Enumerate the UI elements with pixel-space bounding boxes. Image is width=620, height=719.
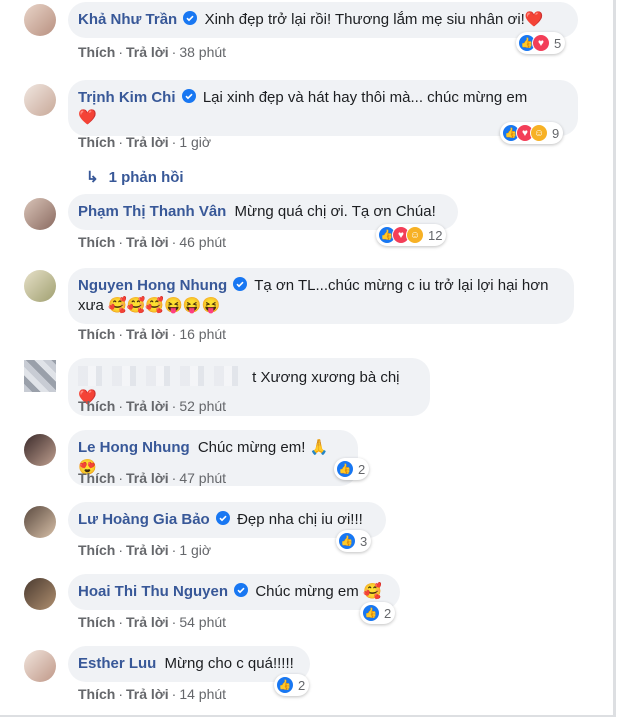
comment-time[interactable]: 16 phút [179, 326, 226, 342]
like-link[interactable]: Thích [78, 234, 115, 250]
reply-link[interactable]: Trả lời [126, 614, 169, 630]
like-link[interactable]: Thích [78, 44, 115, 60]
comment-time[interactable]: 38 phút [179, 44, 226, 60]
comment-emoji: 🥰🥰🥰😝😝😝 [108, 297, 221, 314]
like-link[interactable]: Thích [78, 614, 115, 630]
verified-badge-icon [183, 11, 198, 25]
avatar[interactable] [24, 434, 56, 466]
comment-actions: Thích · Trả lời · 14 phút [78, 686, 227, 702]
commenter-name[interactable]: Nguyen Hong Nhung [78, 277, 227, 294]
comment-actions: Thích · Trả lời · 1 giờ [78, 542, 212, 558]
comment-text: t Xương xương bà chị [252, 369, 400, 386]
reply-link[interactable]: Trả lời [126, 44, 169, 60]
reaction-summary[interactable]: 👍 2 [274, 674, 310, 696]
comment-actions: Thích · Trả lời · 47 phút [78, 470, 227, 486]
reply-link[interactable]: Trả lời [126, 134, 169, 150]
reaction-count: 9 [552, 125, 560, 141]
comment-actions: Thích · Trả lời · 16 phút [78, 326, 227, 342]
reply-link[interactable]: Trả lời [126, 470, 169, 486]
commenter-name[interactable]: Khả Như Trần [78, 11, 177, 28]
comment-time[interactable]: 1 giờ [179, 134, 211, 150]
comment-emoji: 🥰 [362, 583, 382, 600]
like-reaction-icon: 👍 [336, 460, 354, 478]
avatar[interactable] [24, 84, 56, 116]
reaction-count: 3 [360, 533, 368, 549]
comment-emoji: ❤️ [524, 11, 544, 28]
avatar[interactable] [24, 360, 56, 392]
comment-actions: Thích · Trả lời · 38 phút [78, 44, 227, 60]
reaction-count: 5 [554, 35, 562, 51]
like-reaction-icon: 👍 [362, 604, 380, 622]
reaction-count: 2 [298, 677, 306, 693]
like-link[interactable]: Thích [78, 326, 115, 342]
avatar[interactable] [24, 270, 56, 302]
reply-link[interactable]: Trả lời [126, 398, 169, 414]
like-link[interactable]: Thích [78, 134, 115, 150]
verified-badge-icon [233, 277, 248, 291]
like-reaction-icon: 👍 [276, 676, 294, 694]
care-reaction-icon: ☺ [530, 124, 548, 142]
reaction-summary[interactable]: 👍 ♥ ☺ 9 [500, 122, 564, 144]
comment-text: Xinh đẹp trở lại rồi! Thương lắm mẹ siu … [204, 11, 525, 28]
comment-text: Mừng quá chị ơi. Tạ ơn Chúa! [234, 203, 436, 220]
reaction-count: 12 [428, 227, 443, 243]
commenter-name[interactable]: Trịnh Kim Chi [78, 89, 176, 106]
comment-panel: Khả Như Trần Xinh đẹp trở lại rồi! Thươn… [0, 0, 616, 717]
comment-time[interactable]: 52 phút [179, 398, 226, 414]
avatar[interactable] [24, 198, 56, 230]
comment-time[interactable]: 54 phút [179, 614, 226, 630]
commenter-name[interactable]: Hoai Thi Thu Nguyen [78, 583, 228, 600]
commenter-name[interactable]: Le Hong Nhung [78, 439, 190, 456]
reply-link[interactable]: Trả lời [126, 542, 169, 558]
reaction-summary[interactable]: 👍 3 [336, 530, 372, 552]
like-link[interactable]: Thích [78, 398, 115, 414]
reaction-count: 2 [384, 605, 392, 621]
reaction-summary[interactable]: 👍 ♥ 5 [516, 32, 566, 54]
verified-badge-icon [181, 89, 196, 103]
like-reaction-icon: 👍 [338, 532, 356, 550]
like-link[interactable]: Thích [78, 686, 115, 702]
view-replies-link[interactable]: ↳ 1 phản hồi [86, 168, 184, 186]
reply-link[interactable]: Trả lời [126, 234, 169, 250]
comment-actions: Thích · Trả lời · 52 phút [78, 398, 227, 414]
verified-badge-icon [215, 511, 230, 525]
reaction-summary[interactable]: 👍 2 [360, 602, 396, 624]
comment-actions: Thích · Trả lời · 54 phút [78, 614, 227, 630]
love-reaction-icon: ♥ [532, 34, 550, 52]
comment-text: Lại xinh đẹp và hát hay thôi mà... chúc … [202, 89, 528, 106]
avatar[interactable] [24, 650, 56, 682]
wow-reaction-icon: ☺ [406, 226, 424, 244]
comment-bubble: Khả Như Trần Xinh đẹp trở lại rồi! Thươn… [68, 2, 578, 38]
comment-bubble: Esther Luu Mừng cho c quá!!!!! [68, 646, 310, 682]
reply-link[interactable]: Trả lời [126, 326, 169, 342]
commenter-name[interactable]: Esther Luu [78, 655, 156, 672]
comment-bubble: Hoai Thi Thu Nguyen Chúc mừng em 🥰 [68, 574, 400, 610]
comment-text: Đẹp nha chị iu ơi!!! [237, 511, 363, 528]
comment-time[interactable]: 1 giờ [179, 542, 211, 558]
like-link[interactable]: Thích [78, 542, 115, 558]
comment-text: Chúc mừng em! [197, 439, 306, 456]
comment-actions: Thích · Trả lời · 46 phút [78, 234, 227, 250]
comment-time[interactable]: 46 phút [179, 234, 226, 250]
comment-time[interactable]: 14 phút [179, 686, 226, 702]
commenter-name-hidden [78, 366, 248, 386]
avatar[interactable] [24, 506, 56, 538]
commenter-name[interactable]: Lư Hoàng Gia Bảo [78, 511, 210, 528]
comment-actions: Thích · Trả lời · 1 giờ [78, 134, 212, 150]
comment-time[interactable]: 47 phút [179, 470, 226, 486]
comment-bubble: Nguyen Hong Nhung Tạ ơn TL...chúc mừng c… [68, 268, 574, 324]
reaction-summary[interactable]: 👍 ♥ ☺ 12 [376, 224, 447, 246]
reaction-summary[interactable]: 👍 2 [334, 458, 370, 480]
comment-text: Mừng cho c quá!!!!! [164, 655, 294, 672]
reaction-count: 2 [358, 461, 366, 477]
avatar[interactable] [24, 578, 56, 610]
verified-badge-icon [234, 583, 249, 597]
commenter-name[interactable]: Phạm Thị Thanh Vân [78, 203, 226, 220]
reply-arrow-icon: ↳ [86, 169, 99, 186]
reply-link[interactable]: Trả lời [126, 686, 169, 702]
like-link[interactable]: Thích [78, 470, 115, 486]
comment-emoji: ❤️ [78, 109, 97, 126]
comment-text: Chúc mừng em [255, 583, 359, 600]
avatar[interactable] [24, 4, 56, 36]
